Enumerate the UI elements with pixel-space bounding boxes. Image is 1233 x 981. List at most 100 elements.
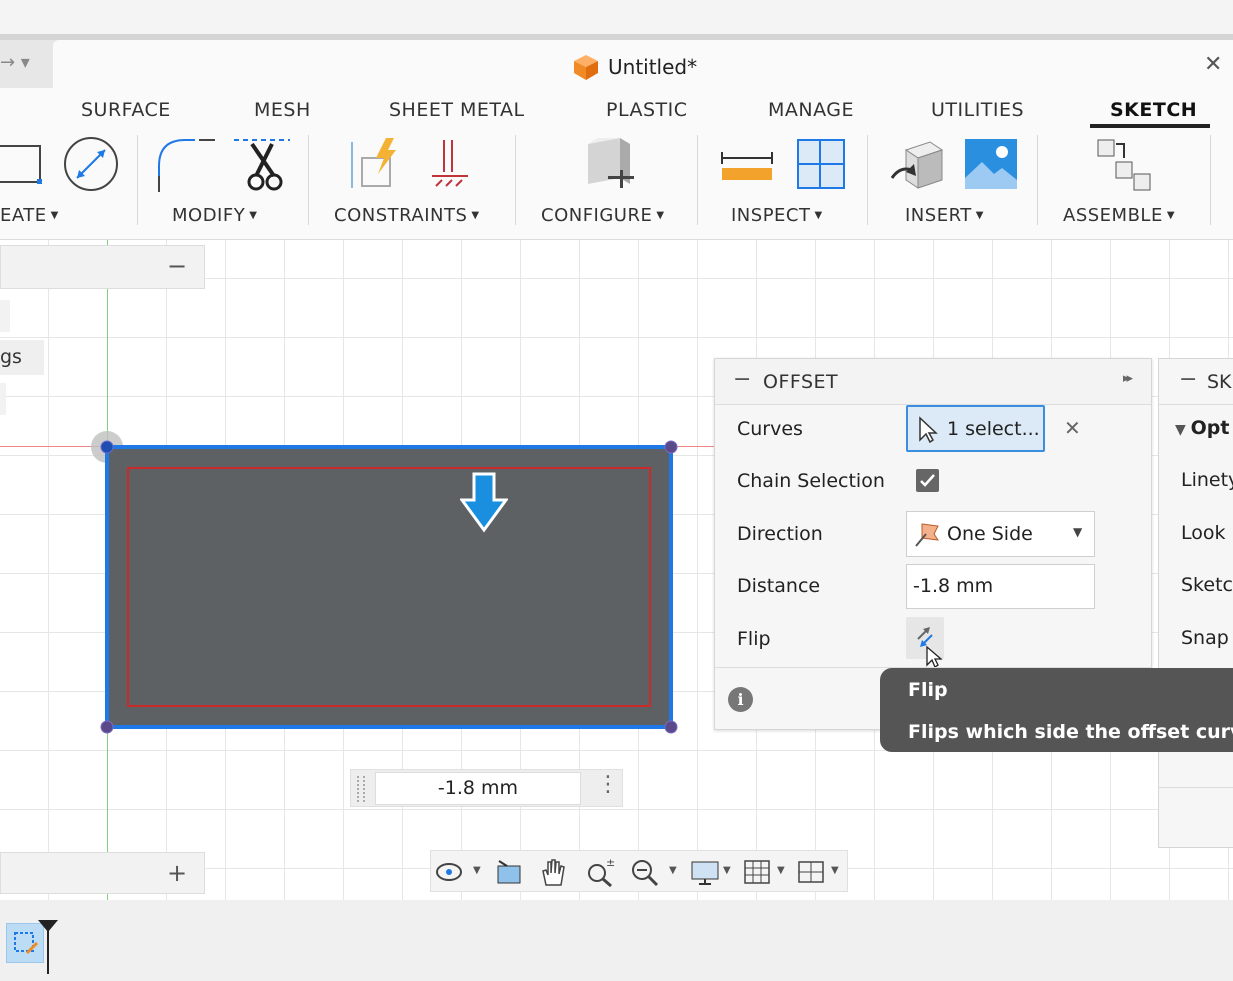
pan-hand-icon[interactable] [537,857,569,887]
snap-label: Snap [1181,627,1229,649]
tooltip-text: Flips which side the offset curve i [908,721,1233,743]
drag-handle-icon[interactable] [357,776,365,802]
zoom-window-icon[interactable]: ± [584,857,616,887]
options-section[interactable]: ▼ Opt [1175,417,1229,439]
dropdown-caret-icon: ▼ [814,210,823,221]
chain-selection-checkbox[interactable] [916,469,939,492]
grid-settings-icon[interactable] [741,857,773,887]
chain-selection-label: Chain Selection [737,470,885,492]
ribbon-separator [1210,135,1211,225]
collapse-browser-button[interactable]: − [167,252,187,280]
zoom-icon[interactable] [629,857,661,887]
more-options-icon[interactable]: ⋮ [597,772,619,797]
browser-header: − [0,245,205,289]
dropdown-caret-icon[interactable]: ▼ [669,865,677,876]
corner-point[interactable] [664,720,678,734]
curves-label: Curves [737,418,803,440]
tab-sheet-metal[interactable]: SHEET METAL [389,99,525,121]
selected-rectangle[interactable] [105,445,673,729]
cursor-select-icon [919,416,938,444]
active-tab-indicator [1090,124,1210,128]
dropdown-caret-icon[interactable]: ▼ [831,865,839,876]
sketch-feature-icon [14,932,39,955]
trim-scissors-icon[interactable] [232,136,292,194]
tab-surface[interactable]: SURFACE [81,99,171,121]
group-inspect[interactable]: INSPECT ▼ [731,205,823,226]
group-label: INSERT [905,205,972,226]
flip-tooltip: Flip Flips which side the offset curve i [880,668,1233,752]
configure-cube-icon[interactable] [578,134,640,194]
timeline-bar [0,900,1233,981]
document-title: Untitled* [608,55,698,79]
fillet-icon[interactable] [155,136,217,194]
canvas-distance-input[interactable]: -1.8 mm [375,772,581,805]
flip-label: Flip [737,628,771,650]
mouse-cursor-icon [926,645,943,668]
tab-sketch[interactable]: SKETCH [1110,99,1197,121]
sketch-palette-title: SK [1207,371,1232,393]
tab-utilities[interactable]: UTILITIES [931,99,1024,121]
corner-point[interactable] [100,720,114,734]
insert-canvas-image-icon[interactable] [964,138,1018,190]
corner-point[interactable] [100,440,114,454]
look-at-label: Look [1181,522,1226,544]
back-arrow-icon[interactable]: → ▾ [0,52,30,73]
fix-constraint-icon[interactable] [428,136,474,192]
collapse-palette-button[interactable]: − [1179,367,1197,392]
assemble-components-icon[interactable] [1096,136,1154,192]
group-configure[interactable]: CONFIGURE ▼ [541,205,665,226]
linetype-label: Linety [1181,469,1233,491]
dropdown-caret-icon: ▼ [471,210,480,221]
dropdown-caret-icon[interactable]: ▼ [723,865,731,876]
collapse-dialog-button[interactable]: − [733,367,751,392]
canvas-distance-widget: -1.8 mm ⋮ [350,769,623,807]
group-assemble[interactable]: ASSEMBLE ▼ [1063,205,1175,226]
dropdown-caret-icon[interactable]: ▼ [473,865,481,876]
distance-input[interactable]: -1.8 mm [906,564,1095,609]
circle-tool-icon[interactable] [63,136,119,192]
section-analysis-icon[interactable] [796,138,846,190]
group-constraints[interactable]: CONSTRAINTS ▼ [334,205,480,226]
dropdown-caret-icon[interactable]: ▼ [777,865,785,876]
tab-manage[interactable]: MANAGE [768,99,854,121]
comments-panel-header: + [0,852,205,894]
group-label: INSPECT [731,205,811,226]
document-tab[interactable]: Untitled* ✕ [53,40,1233,88]
expand-comments-button[interactable]: + [167,859,187,887]
tooltip-title: Flip [908,679,948,701]
expand-dialog-icon[interactable]: ▸▸ [1123,371,1133,386]
direction-arrow-icon[interactable] [460,472,508,534]
display-settings-icon[interactable] [689,857,721,887]
offset-dialog-header[interactable]: − OFFSET ▸▸ [715,359,1151,405]
clear-selection-button[interactable]: ✕ [1064,416,1081,440]
insert-derive-icon[interactable] [890,138,946,192]
direction-dropdown[interactable]: One Side ▼ [906,511,1095,557]
corner-point[interactable] [664,440,678,454]
close-tab-button[interactable]: ✕ [1204,52,1222,77]
orbit-icon[interactable] [433,857,465,887]
curves-selection-button[interactable]: 1 select... [906,405,1045,452]
constraints-icon[interactable] [346,136,408,192]
direction-value: One Side [947,523,1033,545]
sketch-profile[interactable] [88,428,692,746]
browser-row [0,300,10,332]
info-icon[interactable]: i [728,687,753,712]
sketch-palette: − SK ▼ Opt Linety Look Sketc Snap [1158,358,1233,848]
rectangle-tool-icon[interactable] [0,142,44,186]
tab-plastic[interactable]: PLASTIC [606,99,688,121]
browser-row[interactable]: gs [0,340,44,375]
group-modify[interactable]: MODIFY ▼ [172,205,257,226]
viewports-icon[interactable] [795,857,827,887]
timeline-marker-head-icon[interactable] [38,920,58,932]
one-side-direction-icon [915,523,940,547]
dropdown-caret-icon: ▼ [656,210,665,221]
cube-icon [574,55,598,80]
group-insert[interactable]: INSERT ▼ [905,205,984,226]
tab-mesh[interactable]: MESH [254,99,311,121]
ribbon-separator [867,135,868,225]
look-at-icon[interactable] [493,857,525,887]
group-create[interactable]: EATE ▼ [0,205,59,226]
browser-row [0,383,6,415]
ribbon-separator [308,135,309,225]
measure-ruler-icon[interactable] [720,148,774,182]
